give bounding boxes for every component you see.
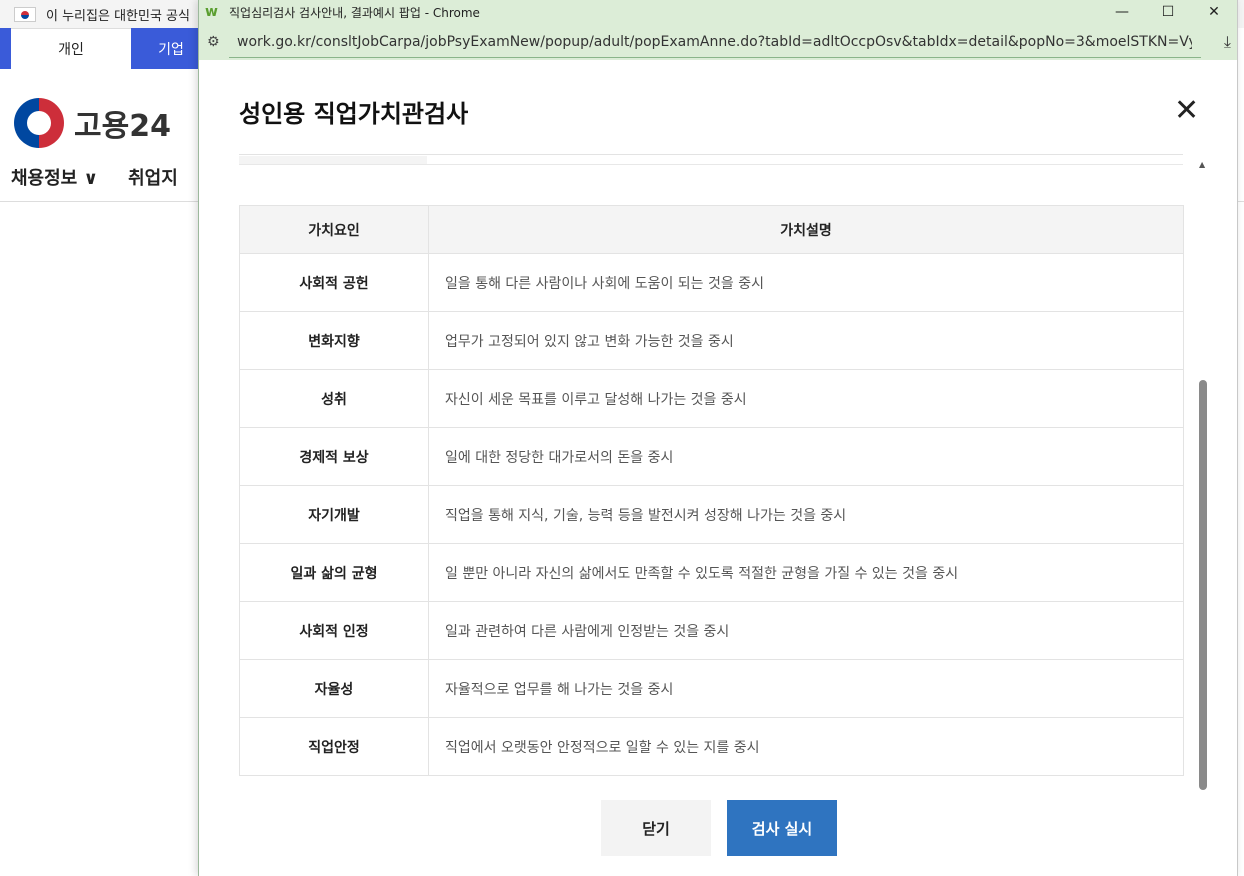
factor-cell: 변화지향: [239, 311, 429, 370]
description-cell: 일 뿐만 아니라 자신의 삶에서도 만족할 수 있도록 적절한 균형을 가질 수…: [428, 543, 1184, 602]
previous-row-fragment: [239, 156, 427, 164]
table-row: 자기개발 직업을 통해 지식, 기술, 능력 등을 발전시켜 성장해 나가는 것…: [239, 485, 1184, 544]
table-row: 일과 삶의 균형 일 뿐만 아니라 자신의 삶에서도 만족할 수 있도록 적절한…: [239, 543, 1184, 602]
description-cell: 업무가 고정되어 있지 않고 변화 가능한 것을 중시: [428, 311, 1184, 370]
factor-cell: 일과 삶의 균형: [239, 543, 429, 602]
download-icon[interactable]: ⤓: [1224, 32, 1231, 52]
logo-text: 고용24: [74, 109, 171, 144]
header-factor: 가치요인: [239, 205, 429, 254]
site-logo[interactable]: 고용24: [14, 98, 171, 148]
popup-window: w 직업심리검사 검사안내, 결과예시 팝업 - Chrome — ☐ ✕ ⚙ …: [198, 0, 1238, 876]
close-button[interactable]: 닫기: [601, 800, 711, 856]
close-icon[interactable]: ✕: [1174, 96, 1199, 126]
factor-cell: 직업안정: [239, 717, 429, 776]
modal-title: 성인용 직업가치관검사: [239, 100, 469, 128]
value-table-area: 가치요인 가치설명 사회적 공헌 일을 통해 다른 사람이나 사회에 도움이 되…: [239, 205, 1184, 776]
gov-notice-text: 이 누리집은 대한민국 공식: [46, 8, 190, 24]
start-test-button[interactable]: 검사 실시: [727, 800, 837, 856]
scroll-up-icon[interactable]: ▲: [1199, 160, 1205, 169]
window-titlebar: w 직업심리검사 검사안내, 결과예시 팝업 - Chrome — ☐ ✕: [199, 0, 1237, 24]
previous-row-line: [239, 164, 1183, 165]
description-cell: 일과 관련하여 다른 사람에게 인정받는 것을 중시: [428, 601, 1184, 660]
description-cell: 일을 통해 다른 사람이나 사회에 도움이 되는 것을 중시: [428, 253, 1184, 312]
table-row: 사회적 인정 일과 관련하여 다른 사람에게 인정받는 것을 중시: [239, 601, 1184, 660]
taegeuk-logo-icon: [14, 98, 64, 148]
table-row: 사회적 공헌 일을 통해 다른 사람이나 사회에 도움이 되는 것을 중시: [239, 253, 1184, 312]
description-cell: 자신이 세운 목표를 이루고 달성해 나가는 것을 중시: [428, 369, 1184, 428]
header-description: 가치설명: [428, 205, 1184, 254]
factor-cell: 자기개발: [239, 485, 429, 544]
factor-cell: 자율성: [239, 659, 429, 718]
factor-cell: 경제적 보상: [239, 427, 429, 486]
table-row: 경제적 보상 일에 대한 정당한 대가로서의 돈을 중시: [239, 427, 1184, 486]
nav-item-jobs[interactable]: 채용정보 ∨: [11, 164, 98, 190]
main-nav: 채용정보 ∨ 취업지: [11, 164, 178, 190]
modal-scrollbar[interactable]: ▲: [1196, 160, 1210, 800]
value-factor-table: 가치요인 가치설명 사회적 공헌 일을 통해 다른 사람이나 사회에 도움이 되…: [239, 205, 1184, 776]
description-cell: 자율적으로 업무를 해 나가는 것을 중시: [428, 659, 1184, 718]
table-header-row: 가치요인 가치설명: [239, 205, 1184, 254]
address-bar: ⚙ work.go.kr/consltJobCarpa/jobPsyExamNe…: [199, 24, 1237, 60]
description-cell: 직업을 통해 지식, 기술, 능력 등을 발전시켜 성장해 나가는 것을 중시: [428, 485, 1184, 544]
window-close-icon[interactable]: ✕: [1191, 0, 1237, 24]
table-row: 직업안정 직업에서 오랫동안 안정적으로 일할 수 있는 지를 중시: [239, 717, 1184, 776]
factor-cell: 사회적 공헌: [239, 253, 429, 312]
window-controls: — ☐ ✕: [1099, 0, 1237, 24]
table-row: 자율성 자율적으로 업무를 해 나가는 것을 중시: [239, 659, 1184, 718]
url-underline: [229, 57, 1201, 58]
table-row: 성취 자신이 세운 목표를 이루고 달성해 나가는 것을 중시: [239, 369, 1184, 428]
table-row: 변화지향 업무가 고정되어 있지 않고 변화 가능한 것을 중시: [239, 311, 1184, 370]
site-settings-icon[interactable]: ⚙: [207, 34, 227, 50]
maximize-icon[interactable]: ☐: [1145, 0, 1191, 24]
nav-item-employment[interactable]: 취업지: [128, 164, 178, 190]
modal-content: 성인용 직업가치관검사 ✕ 가치요인 가치설명 사회적 공헌 일을 통해 다른 …: [199, 60, 1237, 876]
minimize-icon[interactable]: —: [1099, 0, 1145, 24]
worknet-app-icon: w: [205, 4, 218, 20]
factor-cell: 성취: [239, 369, 429, 428]
factor-cell: 사회적 인정: [239, 601, 429, 660]
description-cell: 일에 대한 정당한 대가로서의 돈을 중시: [428, 427, 1184, 486]
korea-flag-icon: [14, 6, 36, 22]
window-title: 직업심리검사 검사안내, 결과예시 팝업 - Chrome: [229, 5, 480, 20]
title-divider: [239, 154, 1183, 155]
url-text[interactable]: work.go.kr/consltJobCarpa/jobPsyExamNew/…: [237, 34, 1192, 50]
tab-personal[interactable]: 개인: [11, 28, 131, 69]
scrollbar-thumb[interactable]: [1199, 380, 1207, 790]
description-cell: 직업에서 오랫동안 안정적으로 일할 수 있는 지를 중시: [428, 717, 1184, 776]
